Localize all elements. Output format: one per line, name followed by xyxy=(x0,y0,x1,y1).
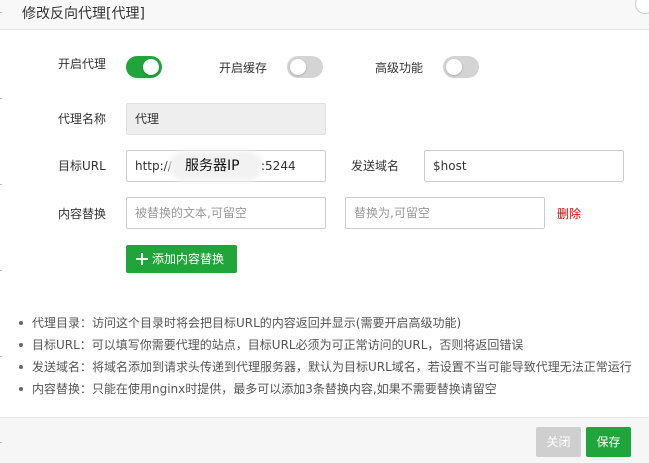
switch-knob xyxy=(143,59,159,75)
replace-from-input[interactable]: 被替换的文本,可留空 xyxy=(126,197,326,229)
close-icon[interactable] xyxy=(635,0,649,30)
cache-switch[interactable] xyxy=(287,56,323,78)
content-replace-label: 内容替换 xyxy=(58,207,107,221)
dialog-title: 修改反向代理[代理] xyxy=(22,6,145,22)
send-domain-label: 发送域名 xyxy=(351,159,400,173)
edge-mark xyxy=(0,98,2,99)
help-tip: 发送域名：将域名添加到请求头传递到代理服务器，默认为目标URL域名，若设置不当可… xyxy=(18,356,643,378)
help-tip: 目标URL：可以填写你需要代理的站点，目标URL必须为可正常访问的URL，否则将… xyxy=(18,334,643,356)
help-tip: 代理目录：访问这个目录时将会把目标URL的内容返回并显示(需要开启高级功能) xyxy=(18,312,643,334)
replace-from-placeholder: 被替换的文本,可留空 xyxy=(135,206,247,220)
target-url-label: 目标URL xyxy=(58,159,106,173)
target-url-ip-overlay: 服务器IP xyxy=(185,158,240,174)
help-tip: 内容替换：只能在使用nginx时提供，最多可以添加3条替换内容,如果不需要替换请… xyxy=(18,378,643,400)
replace-to-placeholder: 替换为,可留空 xyxy=(354,206,430,220)
switch-knob xyxy=(446,59,462,75)
target-url-input[interactable]: http:// 服务器IP :5244 xyxy=(126,150,326,182)
add-content-replace-button[interactable]: 添加内容替换 xyxy=(126,245,237,273)
help-tips-list: 代理目录：访问这个目录时将会把目标URL的内容返回并显示(需要开启高级功能) 目… xyxy=(18,312,643,400)
dialog-titlebar: 修改反向代理[代理] xyxy=(0,0,649,30)
replace-to-input[interactable]: 替换为,可留空 xyxy=(345,197,545,229)
target-url-port: :5244 xyxy=(261,159,296,173)
proxy-name-field: 代理 xyxy=(126,103,326,135)
send-domain-value: $host xyxy=(433,159,467,173)
advanced-switch-label: 高级功能 xyxy=(375,61,424,75)
switch-knob xyxy=(290,59,306,75)
edge-mark xyxy=(0,270,2,271)
delete-replace-link[interactable]: 删除 xyxy=(557,206,581,222)
proxy-name-value: 代理 xyxy=(135,112,160,126)
edge-mark xyxy=(0,12,2,13)
target-url-prefix: http:// xyxy=(135,159,172,173)
close-button[interactable]: 关闭 xyxy=(536,427,581,457)
edge-mark xyxy=(0,442,2,443)
reverse-proxy-dialog: 修改反向代理[代理] 开启代理 开启缓存 高级功能 代理名称 代理 目标URL … xyxy=(0,0,649,463)
proxy-switch-label: 开启代理 xyxy=(58,57,107,71)
send-domain-input[interactable]: $host xyxy=(424,150,624,182)
edge-mark xyxy=(0,356,2,357)
plus-icon xyxy=(136,253,148,265)
edge-mark xyxy=(0,184,2,185)
proxy-switch[interactable] xyxy=(126,56,162,78)
save-button[interactable]: 保存 xyxy=(586,427,631,457)
proxy-name-label: 代理名称 xyxy=(58,112,107,126)
dialog-footer: 关闭 保存 xyxy=(0,417,649,463)
cache-switch-label: 开启缓存 xyxy=(219,61,268,75)
add-content-replace-label: 添加内容替换 xyxy=(152,252,225,266)
advanced-switch[interactable] xyxy=(443,56,479,78)
